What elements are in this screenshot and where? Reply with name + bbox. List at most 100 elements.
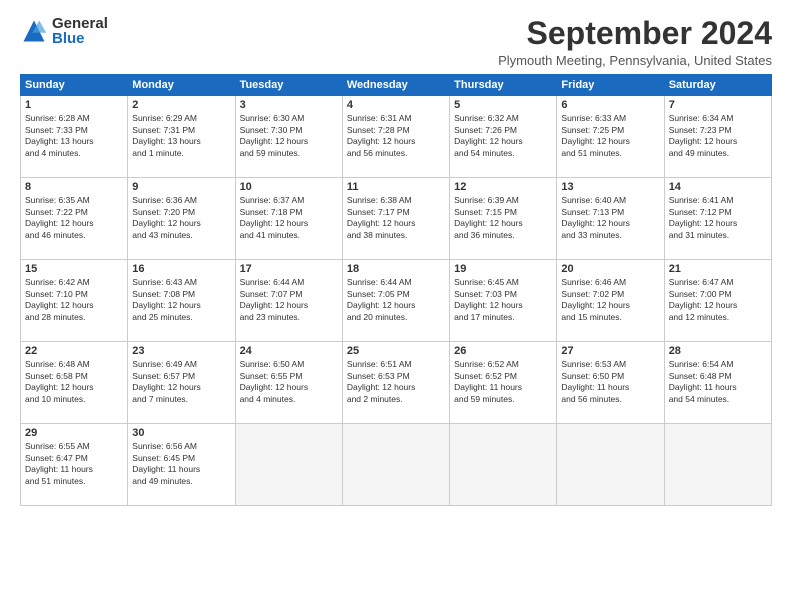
calendar-cell: 20Sunrise: 6:46 AM Sunset: 7:02 PM Dayli… bbox=[557, 260, 664, 342]
header-row: Sunday Monday Tuesday Wednesday Thursday… bbox=[21, 75, 772, 96]
page: General Blue September 2024 Plymouth Mee… bbox=[0, 0, 792, 612]
calendar-table: Sunday Monday Tuesday Wednesday Thursday… bbox=[20, 74, 772, 506]
day-number: 29 bbox=[25, 427, 123, 439]
calendar-cell: 4Sunrise: 6:31 AM Sunset: 7:28 PM Daylig… bbox=[342, 96, 449, 178]
col-thursday: Thursday bbox=[450, 75, 557, 96]
day-info: Sunrise: 6:29 AM Sunset: 7:31 PM Dayligh… bbox=[132, 113, 230, 159]
day-info: Sunrise: 6:56 AM Sunset: 6:45 PM Dayligh… bbox=[132, 441, 230, 487]
calendar-cell: 2 Sunrise: 6:29 AM Sunset: 7:31 PM Daylig… bbox=[128, 96, 235, 178]
day-number: 30 bbox=[132, 427, 230, 439]
day-info: Sunrise: 6:53 AM Sunset: 6:50 PM Dayligh… bbox=[561, 359, 659, 405]
location: Plymouth Meeting, Pennsylvania, United S… bbox=[498, 53, 772, 68]
calendar-cell: 21 Sunrise: 6:47 AM Sunset: 7:00 PM Dayli… bbox=[664, 260, 771, 342]
title-block: September 2024 Plymouth Meeting, Pennsyl… bbox=[498, 16, 772, 68]
calendar-week-2: 8Sunrise: 6:35 AM Sunset: 7:22 PM Daylig… bbox=[21, 178, 772, 260]
calendar-cell: 22 Sunrise: 6:48 AM Sunset: 6:58 PM Dayli… bbox=[21, 342, 128, 424]
col-saturday: Saturday bbox=[664, 75, 771, 96]
day-number: 14 bbox=[669, 181, 767, 193]
calendar-cell: 5Sunrise: 6:32 AM Sunset: 7:26 PM Daylig… bbox=[450, 96, 557, 178]
calendar-week-5: 29 Sunrise: 6:55 AM Sunset: 6:47 PM Dayli… bbox=[21, 424, 772, 506]
day-number: 3 bbox=[240, 99, 338, 111]
day-info: Sunrise: 6:50 AM Sunset: 6:55 PM Dayligh… bbox=[240, 359, 338, 405]
calendar-cell: 18 Sunrise: 6:44 AM Sunset: 7:05 PM Dayli… bbox=[342, 260, 449, 342]
day-info: Sunrise: 6:41 AM Sunset: 7:12 PM Dayligh… bbox=[669, 195, 767, 241]
calendar-cell: 28Sunrise: 6:54 AM Sunset: 6:48 PM Dayli… bbox=[664, 342, 771, 424]
calendar-cell: 29 Sunrise: 6:55 AM Sunset: 6:47 PM Dayli… bbox=[21, 424, 128, 506]
calendar-cell: 9 Sunrise: 6:36 AM Sunset: 7:20 PM Daylig… bbox=[128, 178, 235, 260]
logo: General Blue bbox=[20, 16, 108, 46]
calendar-cell: 6Sunrise: 6:33 AM Sunset: 7:25 PM Daylig… bbox=[557, 96, 664, 178]
day-number: 2 bbox=[132, 99, 230, 111]
calendar-cell: 12 Sunrise: 6:39 AM Sunset: 7:15 PM Dayli… bbox=[450, 178, 557, 260]
day-number: 18 bbox=[347, 263, 445, 275]
day-number: 26 bbox=[454, 345, 552, 357]
day-number: 13 bbox=[561, 181, 659, 193]
day-number: 12 bbox=[454, 181, 552, 193]
calendar-cell: 14 Sunrise: 6:41 AM Sunset: 7:12 PM Dayli… bbox=[664, 178, 771, 260]
logo-general: General bbox=[52, 16, 108, 31]
calendar-cell: 17Sunrise: 6:44 AM Sunset: 7:07 PM Dayli… bbox=[235, 260, 342, 342]
day-number: 15 bbox=[25, 263, 123, 275]
day-info: Sunrise: 6:35 AM Sunset: 7:22 PM Dayligh… bbox=[25, 195, 123, 241]
col-tuesday: Tuesday bbox=[235, 75, 342, 96]
day-number: 23 bbox=[132, 345, 230, 357]
calendar-week-4: 22 Sunrise: 6:48 AM Sunset: 6:58 PM Dayli… bbox=[21, 342, 772, 424]
day-info: Sunrise: 6:37 AM Sunset: 7:18 PM Dayligh… bbox=[240, 195, 338, 241]
calendar-cell: 24 Sunrise: 6:50 AM Sunset: 6:55 PM Dayli… bbox=[235, 342, 342, 424]
day-info: Sunrise: 6:47 AM Sunset: 7:00 PM Dayligh… bbox=[669, 277, 767, 323]
day-info: Sunrise: 6:51 AM Sunset: 6:53 PM Dayligh… bbox=[347, 359, 445, 405]
calendar-cell bbox=[235, 424, 342, 506]
calendar-cell: 16 Sunrise: 6:43 AM Sunset: 7:08 PM Dayli… bbox=[128, 260, 235, 342]
day-info: Sunrise: 6:43 AM Sunset: 7:08 PM Dayligh… bbox=[132, 277, 230, 323]
day-number: 24 bbox=[240, 345, 338, 357]
day-number: 7 bbox=[669, 99, 767, 111]
day-number: 17 bbox=[240, 263, 338, 275]
day-info: Sunrise: 6:55 AM Sunset: 6:47 PM Dayligh… bbox=[25, 441, 123, 487]
calendar-cell: 8Sunrise: 6:35 AM Sunset: 7:22 PM Daylig… bbox=[21, 178, 128, 260]
day-info: Sunrise: 6:38 AM Sunset: 7:17 PM Dayligh… bbox=[347, 195, 445, 241]
header: General Blue September 2024 Plymouth Mee… bbox=[20, 16, 772, 68]
day-number: 25 bbox=[347, 345, 445, 357]
calendar-cell: 15 Sunrise: 6:42 AM Sunset: 7:10 PM Dayli… bbox=[21, 260, 128, 342]
calendar-cell bbox=[664, 424, 771, 506]
day-number: 21 bbox=[669, 263, 767, 275]
day-number: 9 bbox=[132, 181, 230, 193]
day-number: 16 bbox=[132, 263, 230, 275]
day-info: Sunrise: 6:33 AM Sunset: 7:25 PM Dayligh… bbox=[561, 113, 659, 159]
day-info: Sunrise: 6:39 AM Sunset: 7:15 PM Dayligh… bbox=[454, 195, 552, 241]
calendar-cell: 23Sunrise: 6:49 AM Sunset: 6:57 PM Dayli… bbox=[128, 342, 235, 424]
calendar-cell: 13 Sunrise: 6:40 AM Sunset: 7:13 PM Dayli… bbox=[557, 178, 664, 260]
day-info: Sunrise: 6:44 AM Sunset: 7:05 PM Dayligh… bbox=[347, 277, 445, 323]
col-monday: Monday bbox=[128, 75, 235, 96]
calendar-cell: 27 Sunrise: 6:53 AM Sunset: 6:50 PM Dayli… bbox=[557, 342, 664, 424]
calendar-cell: 30 Sunrise: 6:56 AM Sunset: 6:45 PM Dayli… bbox=[128, 424, 235, 506]
day-number: 1 bbox=[25, 99, 123, 111]
day-info: Sunrise: 6:40 AM Sunset: 7:13 PM Dayligh… bbox=[561, 195, 659, 241]
day-info: Sunrise: 6:36 AM Sunset: 7:20 PM Dayligh… bbox=[132, 195, 230, 241]
calendar-body: 1Sunrise: 6:28 AM Sunset: 7:33 PM Daylig… bbox=[21, 96, 772, 506]
calendar-cell bbox=[342, 424, 449, 506]
col-sunday: Sunday bbox=[21, 75, 128, 96]
day-info: Sunrise: 6:52 AM Sunset: 6:52 PM Dayligh… bbox=[454, 359, 552, 405]
calendar-cell: 1Sunrise: 6:28 AM Sunset: 7:33 PM Daylig… bbox=[21, 96, 128, 178]
day-number: 11 bbox=[347, 181, 445, 193]
calendar-week-1: 1Sunrise: 6:28 AM Sunset: 7:33 PM Daylig… bbox=[21, 96, 772, 178]
day-info: Sunrise: 6:48 AM Sunset: 6:58 PM Dayligh… bbox=[25, 359, 123, 405]
calendar-cell bbox=[450, 424, 557, 506]
day-number: 10 bbox=[240, 181, 338, 193]
day-number: 22 bbox=[25, 345, 123, 357]
day-number: 27 bbox=[561, 345, 659, 357]
day-info: Sunrise: 6:42 AM Sunset: 7:10 PM Dayligh… bbox=[25, 277, 123, 323]
logo-text: General Blue bbox=[52, 16, 108, 46]
calendar-week-3: 15 Sunrise: 6:42 AM Sunset: 7:10 PM Dayli… bbox=[21, 260, 772, 342]
calendar-cell: 11 Sunrise: 6:38 AM Sunset: 7:17 PM Dayli… bbox=[342, 178, 449, 260]
calendar-cell: 26 Sunrise: 6:52 AM Sunset: 6:52 PM Dayli… bbox=[450, 342, 557, 424]
day-number: 19 bbox=[454, 263, 552, 275]
day-info: Sunrise: 6:34 AM Sunset: 7:23 PM Dayligh… bbox=[669, 113, 767, 159]
day-number: 28 bbox=[669, 345, 767, 357]
calendar-cell: 3 Sunrise: 6:30 AM Sunset: 7:30 PM Daylig… bbox=[235, 96, 342, 178]
month-title: September 2024 bbox=[498, 16, 772, 51]
day-info: Sunrise: 6:30 AM Sunset: 7:30 PM Dayligh… bbox=[240, 113, 338, 159]
day-info: Sunrise: 6:45 AM Sunset: 7:03 PM Dayligh… bbox=[454, 277, 552, 323]
calendar-cell: 19 Sunrise: 6:45 AM Sunset: 7:03 PM Dayli… bbox=[450, 260, 557, 342]
